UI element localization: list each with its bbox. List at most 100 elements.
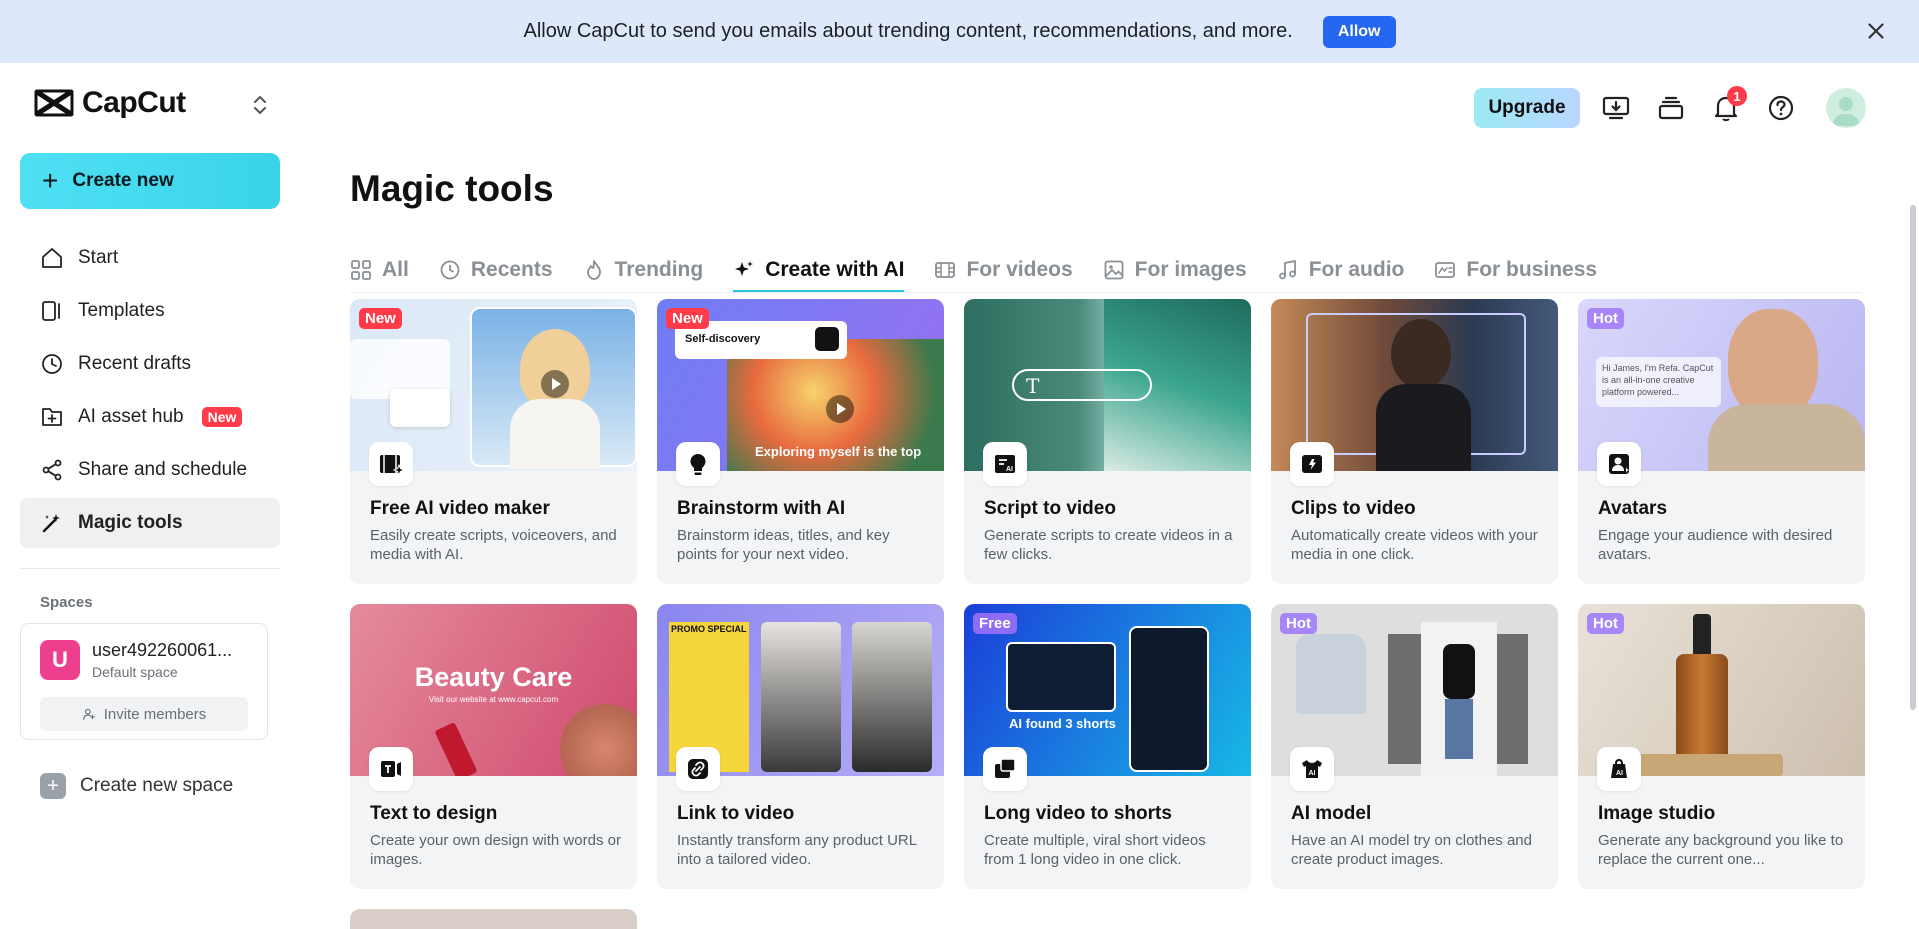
tab-recents[interactable]: Recents [439,248,553,292]
script-icon: AI [983,442,1027,486]
allow-button[interactable]: Allow [1323,16,1396,48]
tab-label: For audio [1309,258,1405,282]
tool-card-image-studio[interactable]: Hot AI Image studio Generate any backgro… [1578,604,1865,889]
upgrade-button[interactable]: Upgrade [1474,88,1580,128]
thumbnail-script-text: Hi James, I'm Refa. CapCut is an all-in-… [1596,357,1721,407]
tab-for-audio[interactable]: For audio [1277,248,1405,292]
tab-label: Trending [615,258,704,282]
tab-for-images[interactable]: For images [1103,248,1247,292]
sidebar-item-share-and-schedule[interactable]: Share and schedule [20,445,280,495]
tab-create-with-ai[interactable]: Create with AI [733,248,904,292]
sidebar-item-templates[interactable]: Templates [20,286,280,336]
card-title: Text to design [370,803,497,825]
clock-icon [40,352,64,376]
close-icon[interactable] [1863,18,1889,44]
tool-card-link-to-video[interactable]: PROMO SPECIAL Link to video Instantly tr… [657,604,944,889]
lightbulb-icon [676,442,720,486]
sidebar-item-magic-tools[interactable]: Magic tools [20,498,280,548]
capcut-logo[interactable]: CapCut [34,86,186,120]
space-card[interactable]: U user492260061... Default space Invite … [20,623,268,740]
tab-for-videos[interactable]: For videos [934,248,1072,292]
tool-card-brainstorm-with-ai[interactable]: Self-discovery Exploring myself is the t… [657,299,944,584]
notification-count-badge: 1 [1727,86,1747,106]
sidebar-item-label: AI asset hub [78,406,184,428]
invite-members-button[interactable]: Invite members [40,697,248,731]
card-description: Easily create scripts, voiceovers, and m… [370,526,625,564]
tool-card-script-to-video[interactable]: T AI Script to video Generate scripts to… [964,299,1251,584]
sidebar-item-recent-drafts[interactable]: Recent drafts [20,339,280,389]
link-icon [676,747,720,791]
tab-label: Recents [471,258,553,282]
spaces-label: Spaces [40,594,93,611]
tool-card-avatars[interactable]: Hi James, I'm Refa. CapCut is an all-in-… [1578,299,1865,584]
card-description: Create your own design with words or ima… [370,831,625,869]
sidebar-item-label: Templates [78,300,165,322]
layers-icon[interactable] [1655,92,1687,124]
sidebar-item-ai-asset-hub[interactable]: AI asset hub New [20,392,280,442]
invite-members-label: Invite members [104,706,207,723]
magic-wand-icon [40,511,64,535]
card-title: Image studio [1598,803,1715,825]
film-icon [934,259,956,281]
help-icon[interactable] [1765,92,1797,124]
svg-text:AI: AI [1006,466,1013,473]
sparkle-icon [733,259,755,281]
tab-all[interactable]: All [350,248,409,292]
page-title: Magic tools [350,168,554,210]
tool-card-text-to-design[interactable]: Beauty Care Visit our website at www.cap… [350,604,637,889]
avatar[interactable] [1826,88,1866,128]
space-name: user492260061... [92,640,232,661]
card-description: Instantly transform any product URL into… [677,831,932,869]
tab-trending[interactable]: Trending [583,248,704,292]
card-title: Script to video [984,498,1116,520]
tool-card-clips-to-video[interactable]: Clips to video Automatically create vide… [1271,299,1558,584]
category-tabs: All Recents Trending Create with AI For … [350,248,1627,292]
card-description: Have an AI model try on clothes and crea… [1291,831,1546,869]
create-new-button[interactable]: + Create new [20,153,280,209]
tab-label: For business [1466,258,1597,282]
workspace-switch-icon[interactable] [250,91,270,119]
capcut-logo-icon [34,88,74,118]
tool-card-long-video-to-shorts[interactable]: AI found 3 shorts Free Long video to sho… [964,604,1251,889]
sidebar-item-start[interactable]: Start [20,233,280,283]
text-design-icon [369,747,413,791]
user-avatar-icon [1826,88,1866,128]
image-studio-icon: AI [1597,747,1641,791]
card-description: Generate scripts to create videos in a f… [984,526,1239,564]
card-description: Generate any background you like to repl… [1598,831,1853,869]
tab-label: Create with AI [765,258,904,282]
card-title: Link to video [677,803,794,825]
email-permission-banner: Allow CapCut to send you emails about tr… [0,0,1919,63]
business-icon [1434,259,1456,281]
card-title: Long video to shorts [984,803,1172,825]
create-new-space-button[interactable]: + Create new space [40,773,233,799]
create-new-label: Create new [72,170,173,192]
space-subtitle: Default space [92,664,178,680]
shorts-icon [983,747,1027,791]
free-badge: Free [973,613,1017,634]
tab-for-business[interactable]: For business [1434,248,1597,292]
plus-icon: + [40,773,66,799]
tool-card-free-ai-video-maker[interactable]: New Free AI video maker Easily create sc… [350,299,637,584]
svg-text:AI: AI [1616,770,1623,777]
svg-text:AI: AI [1309,770,1316,777]
tabs-divider [350,292,1862,293]
card-title: AI model [1291,803,1371,825]
tool-card-ai-model[interactable]: Hot AI AI model Have an AI model try on … [1271,604,1558,889]
desktop-download-icon[interactable] [1600,92,1632,124]
new-badge: New [359,308,402,329]
hot-badge: Hot [1280,613,1317,634]
tab-label: For images [1135,258,1247,282]
page-scrollbar[interactable] [1910,205,1916,710]
card-description: Brainstorm ideas, titles, and key points… [677,526,932,564]
sidebar-divider [20,568,280,569]
asset-hub-icon [40,405,64,429]
tool-card-partial[interactable] [350,909,637,929]
sidebar-item-label: Share and schedule [78,459,247,481]
hot-badge: Hot [1587,308,1624,329]
clips-icon [1290,442,1334,486]
card-title: Free AI video maker [370,498,550,520]
ai-video-maker-icon [369,442,413,486]
thumbnail-headline: Beauty Care [415,662,573,693]
card-description: Create multiple, viral short videos from… [984,831,1239,869]
